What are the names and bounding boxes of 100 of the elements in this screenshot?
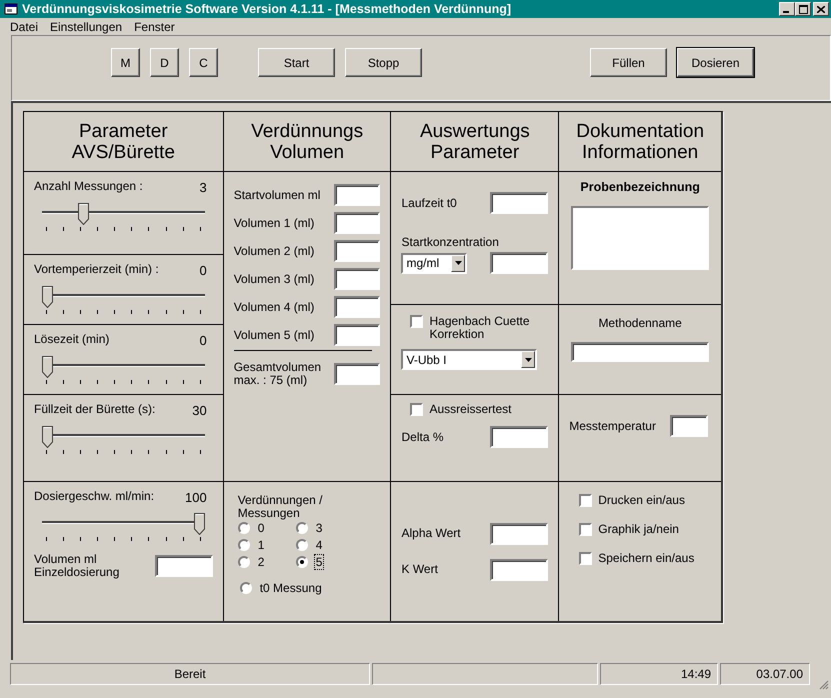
toolbar-button[interactable]: Dosieren xyxy=(677,48,754,77)
status-panel: 14:49 xyxy=(600,663,718,685)
column-heading: Dokumentation Informationen xyxy=(576,120,704,162)
slider-value: 100 xyxy=(185,490,207,505)
slider[interactable] xyxy=(42,513,205,543)
toolbar-button[interactable]: Start xyxy=(258,48,335,77)
toolbar-button[interactable]: C xyxy=(189,48,218,77)
field-label: Volumen 3 (ml) xyxy=(234,272,314,286)
column-heading: Verdünnungs Volumen xyxy=(251,120,364,162)
menu-item[interactable]: Datei xyxy=(4,20,44,34)
slider-label: Dosiergeschw. ml/min: xyxy=(34,490,154,505)
close-button[interactable] xyxy=(813,2,829,16)
field-label: K Wert xyxy=(401,563,438,576)
slider-thumb[interactable] xyxy=(42,286,53,308)
maximize-button[interactable] xyxy=(795,2,811,16)
slider-value: 3 xyxy=(199,180,207,195)
resize-grip-icon xyxy=(818,679,829,690)
input-field[interactable] xyxy=(490,558,548,580)
checkbox[interactable] xyxy=(410,315,424,328)
input-field[interactable] xyxy=(571,342,710,362)
radio-button[interactable] xyxy=(296,522,308,534)
radio-label: 4 xyxy=(314,537,324,553)
status-panel: Bereit xyxy=(10,663,370,685)
radio-label: t0 Messung xyxy=(258,580,323,596)
caret-icon xyxy=(524,358,532,362)
group-label: Verdünnungen / Messungen xyxy=(238,494,324,520)
slider-thumb[interactable] xyxy=(78,203,90,225)
input-field[interactable] xyxy=(334,296,380,318)
input-field[interactable] xyxy=(670,415,708,437)
toolbar-button[interactable]: M xyxy=(111,48,140,77)
input-field[interactable] xyxy=(490,426,548,448)
maximize-icon xyxy=(798,4,808,14)
input-field[interactable] xyxy=(334,184,380,206)
checkbox[interactable] xyxy=(579,494,592,507)
unit-dropdown[interactable]: mg/ml xyxy=(401,252,468,274)
checkbox-label: Drucken ein/aus xyxy=(598,494,685,507)
toolbar-button[interactable]: Stopp xyxy=(345,48,422,77)
input-field[interactable] xyxy=(334,363,380,385)
toolbar-button[interactable]: D xyxy=(150,48,179,77)
input-field[interactable] xyxy=(490,192,548,214)
field-label: Volumen 2 (ml) xyxy=(234,244,314,258)
radio-label: 3 xyxy=(314,520,324,536)
field-label: Alpha Wert xyxy=(401,527,461,540)
window-title: Verdünnungsviskosimetrie Software Version 4.1.11 - [Messmethoden Verdünnung] xyxy=(22,2,512,16)
caret-icon xyxy=(454,261,462,265)
input-field[interactable] xyxy=(334,240,380,262)
slider-thumb[interactable] xyxy=(194,513,205,535)
radio-button[interactable] xyxy=(296,556,308,568)
input-field[interactable] xyxy=(334,324,380,346)
slider-thumb[interactable] xyxy=(42,356,53,378)
input-field[interactable] xyxy=(334,268,380,290)
slider-label: Füllzeit der Bürette (s): xyxy=(34,403,156,418)
field-label: Gesamtvolumen max. : 75 (ml) xyxy=(234,361,322,387)
field-label: Laufzeit t0 xyxy=(401,196,457,210)
app-icon xyxy=(4,2,18,16)
field-label: Volumen 4 (ml) xyxy=(234,300,314,314)
radio-button[interactable] xyxy=(238,539,250,551)
column-heading: Parameter AVS/Bürette xyxy=(72,120,175,162)
checkbox[interactable] xyxy=(410,403,424,416)
slider[interactable] xyxy=(42,426,205,456)
slider-label: Anzahl Messungen : xyxy=(34,180,143,195)
minimize-button[interactable] xyxy=(779,2,795,16)
field-label: Messtemperatur xyxy=(569,420,656,432)
input-field[interactable] xyxy=(490,252,548,274)
radio-button[interactable] xyxy=(238,556,250,568)
radio-label: 0 xyxy=(256,520,266,536)
slider-label: Vortemperierzeit (min) : xyxy=(34,263,159,278)
radio-label: 2 xyxy=(256,554,266,570)
radio-button[interactable] xyxy=(296,539,308,551)
slider-value: 30 xyxy=(192,403,207,418)
field-label: Methodenname xyxy=(598,317,682,330)
slider[interactable] xyxy=(42,356,205,386)
slider[interactable] xyxy=(42,286,205,316)
input-field[interactable] xyxy=(490,522,548,544)
slider-value: 0 xyxy=(199,333,207,348)
dropdown[interactable]: V-Ubb I xyxy=(401,349,538,370)
field-label: Delta % xyxy=(401,430,444,444)
radio-button[interactable] xyxy=(238,522,250,534)
field-label: Volumen 5 (ml) xyxy=(234,328,314,342)
slider-thumb[interactable] xyxy=(42,426,53,448)
slider-value: 0 xyxy=(199,263,207,278)
menu-item[interactable]: Einstellungen xyxy=(44,20,128,34)
checkbox-label: Speichern ein/aus xyxy=(598,552,694,565)
field-label: Volumen ml Einzeldosierung xyxy=(34,553,120,579)
radio-label: 5 xyxy=(314,554,324,570)
field-label: Startkonzentration xyxy=(401,236,500,249)
column-heading: Auswertungs Parameter xyxy=(420,120,530,162)
slider-label: Lösezeit (min) xyxy=(34,333,110,348)
checkbox-label: Hagenbach Cuette Korrektion xyxy=(429,315,531,341)
field-label: Startvolumen ml xyxy=(234,188,320,202)
toolbar-button[interactable]: Füllen xyxy=(590,48,667,77)
checkbox-label: Graphik ja/nein xyxy=(598,523,679,536)
input-field[interactable] xyxy=(334,212,380,234)
checkbox[interactable] xyxy=(579,552,592,565)
slider[interactable] xyxy=(42,203,205,233)
text-area[interactable] xyxy=(571,206,710,270)
menu-item[interactable]: Fenster xyxy=(128,20,181,34)
radio-button[interactable] xyxy=(240,582,252,594)
checkbox[interactable] xyxy=(579,523,592,536)
input-field[interactable] xyxy=(154,555,213,577)
